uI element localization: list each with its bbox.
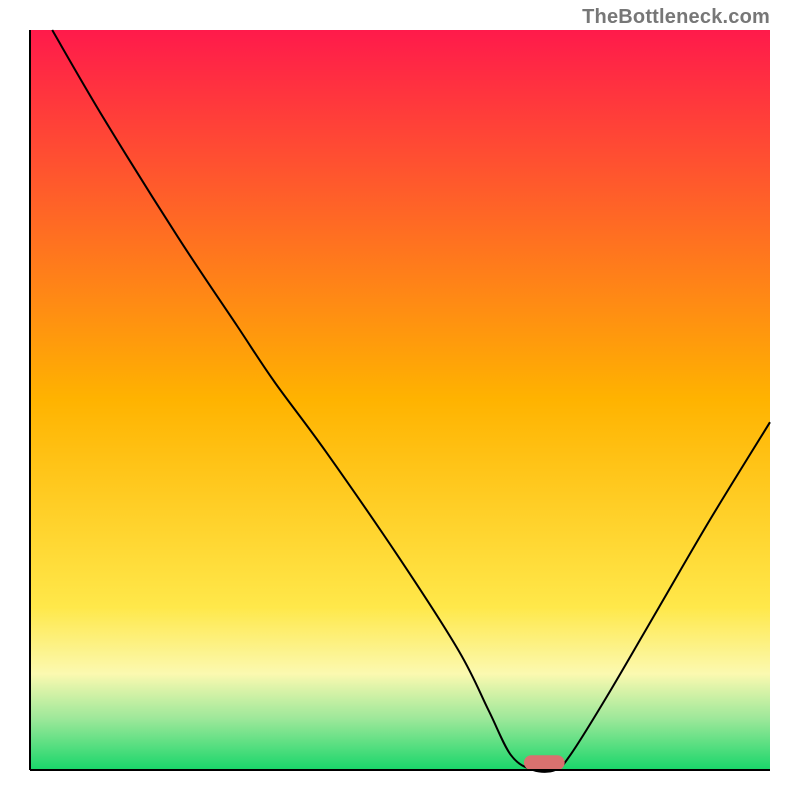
optimal-marker-capsule (524, 755, 565, 770)
bottleneck-chart (0, 0, 800, 800)
chart-plot-area (30, 30, 770, 770)
